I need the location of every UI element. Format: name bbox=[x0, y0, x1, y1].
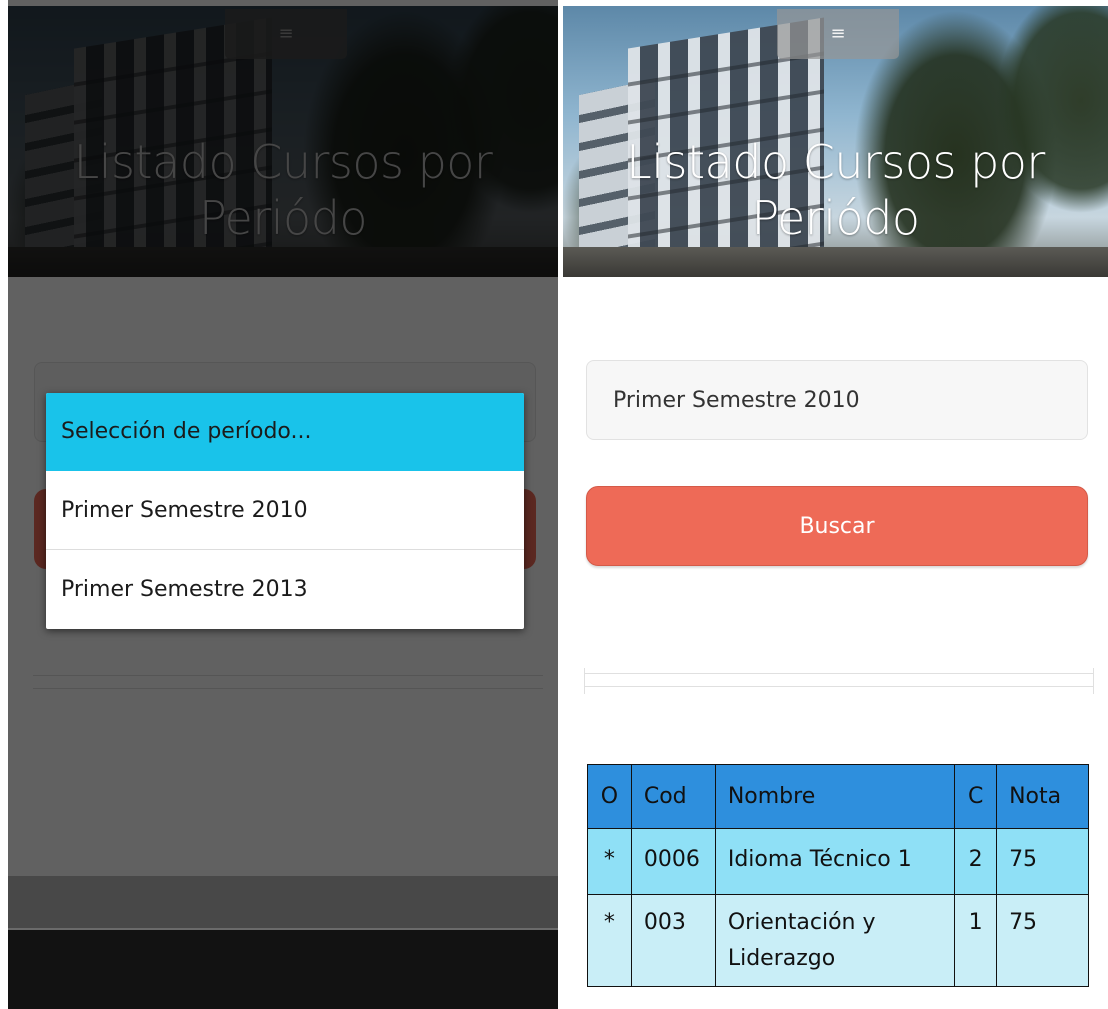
hamburger-icon: ≡ bbox=[830, 23, 846, 44]
dialog-option[interactable]: Primer Semestre 2010 bbox=[46, 471, 524, 550]
table-row: * 003 Orientación y Liderazgo 1 75 bbox=[587, 894, 1089, 987]
hero-header: ≡ Listado Cursos por Periódo bbox=[563, 6, 1108, 277]
column-header-nombre: Nombre bbox=[714, 764, 956, 829]
dialog-option[interactable]: Primer Semestre 2013 bbox=[46, 550, 524, 629]
table-row: * 0006 Idioma Técnico 1 2 75 bbox=[587, 828, 1089, 895]
courses-table: O Cod Nombre C Nota * 0006 Idioma Técnic… bbox=[587, 764, 1089, 987]
cell-nombre: Idioma Técnico 1 bbox=[714, 828, 956, 895]
cell-o: * bbox=[587, 828, 632, 895]
column-header-cod: Cod bbox=[630, 764, 716, 829]
cell-o: * bbox=[587, 894, 632, 987]
screen-results: ≡ Listado Cursos por Periódo Primer Seme… bbox=[563, 0, 1108, 1009]
dialog-title: Selección de período... bbox=[46, 393, 524, 471]
cell-nota: 75 bbox=[996, 894, 1089, 987]
system-bottom-bar bbox=[8, 928, 558, 1009]
cell-nota: 75 bbox=[996, 828, 1089, 895]
cell-cod: 0006 bbox=[630, 828, 716, 895]
column-header-nota: Nota bbox=[996, 764, 1089, 829]
menu-button[interactable]: ≡ bbox=[777, 9, 899, 59]
column-header-o: O bbox=[587, 764, 632, 829]
period-select[interactable]: Primer Semestre 2010 bbox=[586, 360, 1088, 440]
cell-cod: 003 bbox=[630, 894, 716, 987]
footer-band bbox=[8, 876, 558, 928]
divider bbox=[584, 668, 1094, 694]
table-header-row: O Cod Nombre C Nota bbox=[587, 764, 1089, 829]
cell-c: 2 bbox=[954, 828, 998, 895]
cell-c: 1 bbox=[954, 894, 998, 987]
screen-period-dialog: ≡ Listado Cursos por Periódo Selección d… bbox=[8, 0, 558, 1009]
search-button[interactable]: Buscar bbox=[586, 486, 1088, 566]
period-selection-dialog: Selección de período... Primer Semestre … bbox=[46, 393, 524, 629]
cell-nombre: Orientación y Liderazgo bbox=[714, 894, 956, 987]
column-header-c: C bbox=[954, 764, 998, 829]
page-title: Listado Cursos por Periódo bbox=[626, 135, 1045, 245]
